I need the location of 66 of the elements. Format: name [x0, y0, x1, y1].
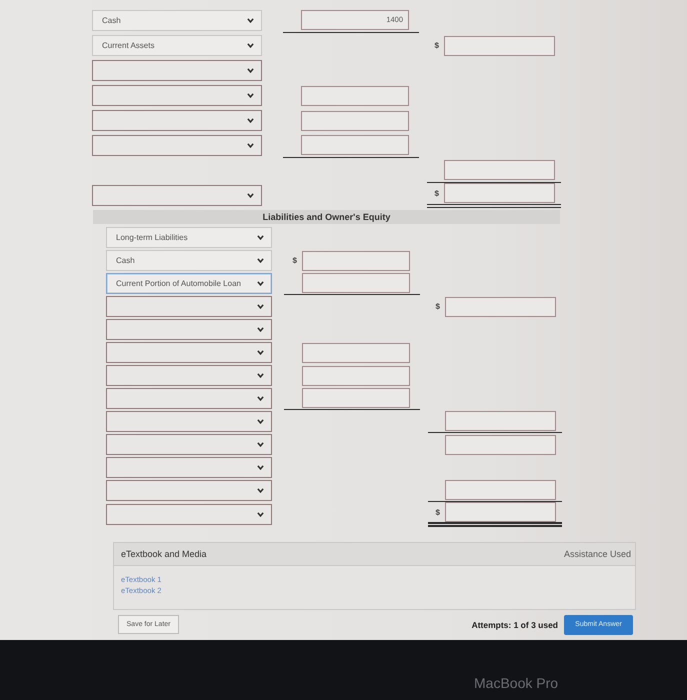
amount-field[interactable] — [444, 36, 555, 56]
amount-field[interactable] — [445, 434, 556, 454]
section-header: Liabilities and Owner's Equity — [93, 210, 560, 224]
chevron-down-icon — [257, 350, 264, 355]
chevron-down-icon — [257, 281, 264, 286]
bezel-label: MacBook Pro — [474, 675, 558, 691]
currency-sign: $ — [292, 256, 297, 265]
chevron-down-icon — [257, 235, 264, 240]
chevron-down-icon — [257, 327, 264, 332]
chevron-down-icon — [257, 258, 264, 263]
amount-field[interactable] — [444, 160, 555, 180]
amount-field[interactable] — [302, 342, 410, 362]
currency-sign: $ — [436, 508, 440, 516]
chevron-down-icon — [247, 118, 254, 123]
account-dropdown[interactable] — [106, 504, 272, 525]
account-dropdown[interactable] — [106, 342, 272, 363]
panel-title: eTextbook and Media — [121, 549, 207, 559]
amount-field[interactable] — [445, 296, 556, 316]
account-dropdown[interactable]: Long-term Liabilities — [106, 227, 272, 248]
chevron-down-icon — [257, 442, 264, 447]
account-dropdown[interactable] — [106, 434, 272, 455]
chevron-down-icon — [257, 419, 264, 424]
amount-field[interactable] — [444, 183, 555, 204]
chevron-down-icon — [247, 43, 254, 48]
attempts-text: Attempts: 1 of 3 used — [472, 620, 558, 630]
chevron-down-icon — [247, 68, 254, 73]
chevron-down-icon — [257, 373, 264, 378]
amount-field[interactable] — [301, 86, 409, 106]
account-dropdown[interactable]: Cash — [92, 10, 262, 31]
chevron-down-icon — [247, 93, 254, 98]
currency-sign: $ — [434, 41, 439, 50]
account-dropdown[interactable] — [92, 85, 262, 106]
amount-field[interactable] — [302, 366, 410, 386]
amount-field[interactable] — [445, 502, 556, 522]
account-dropdown[interactable] — [106, 319, 272, 340]
currency-sign: $ — [436, 302, 440, 311]
account-dropdown[interactable]: Current Assets — [92, 35, 262, 56]
assistance-status: Assistance Used — [564, 549, 631, 559]
chevron-down-icon — [257, 304, 264, 309]
account-dropdown[interactable] — [92, 185, 262, 206]
chevron-down-icon — [257, 396, 264, 401]
chevron-down-icon — [257, 488, 264, 493]
amount-field[interactable] — [445, 410, 556, 431]
chevron-down-icon — [257, 512, 264, 517]
account-dropdown[interactable] — [92, 110, 262, 131]
account-dropdown[interactable]: Cash — [106, 250, 272, 271]
account-dropdown[interactable] — [106, 296, 272, 317]
account-dropdown[interactable] — [106, 388, 272, 409]
amount-field[interactable] — [302, 250, 410, 270]
currency-sign: $ — [434, 188, 439, 198]
amount-field[interactable] — [301, 110, 409, 130]
account-dropdown[interactable] — [92, 135, 262, 156]
chevron-down-icon — [257, 465, 264, 470]
account-dropdown[interactable]: Current Portion of Automobile Loan — [106, 273, 272, 294]
amount-field[interactable] — [301, 134, 409, 155]
amount-field[interactable] — [302, 388, 410, 408]
account-dropdown[interactable] — [106, 480, 272, 501]
amount-field[interactable] — [445, 480, 556, 500]
account-dropdown[interactable] — [92, 60, 262, 81]
account-dropdown[interactable] — [106, 457, 272, 478]
account-dropdown[interactable] — [106, 365, 272, 386]
amount-field[interactable] — [302, 272, 410, 293]
account-dropdown[interactable] — [106, 411, 272, 432]
chevron-down-icon — [247, 193, 254, 198]
chevron-down-icon — [247, 18, 254, 23]
chevron-down-icon — [247, 143, 254, 148]
